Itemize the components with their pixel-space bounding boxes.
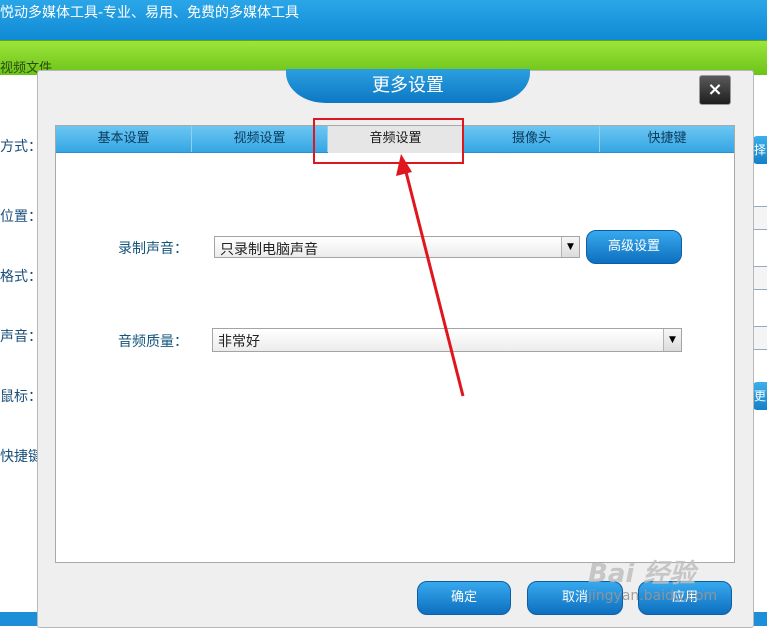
chevron-down-icon[interactable]: ▼ bbox=[561, 237, 579, 257]
bg-format-field[interactable] bbox=[752, 266, 767, 290]
record-sound-select[interactable]: 只录制电脑声音 ▼ bbox=[214, 236, 580, 258]
bg-sound-field[interactable] bbox=[752, 326, 767, 350]
tab-video-settings[interactable]: 视频设置 bbox=[192, 126, 328, 152]
annotation-highlight-box bbox=[313, 118, 464, 164]
bg-more-button[interactable]: 更 bbox=[753, 382, 767, 410]
app-title: 悦动多媒体工具-专业、易用、免费的多媒体工具 bbox=[0, 5, 300, 21]
settings-panel: 基本设置 视频设置 音频设置 摄像头 快捷键 录制声音： 只录制电脑声音 ▼ 高… bbox=[55, 125, 735, 563]
tab-basic-settings[interactable]: 基本设置 bbox=[56, 126, 192, 152]
ok-button[interactable]: 确定 bbox=[417, 581, 511, 615]
audio-quality-value: 非常好 bbox=[218, 334, 260, 350]
watermark-brand: Bai 经验 bbox=[588, 559, 696, 589]
watermark-url: jingyan.baidu.com bbox=[588, 588, 718, 604]
tab-camera[interactable]: 摄像头 bbox=[464, 126, 600, 152]
dialog-title: 更多设置 bbox=[286, 69, 530, 103]
bg-label-mode: 方式： bbox=[0, 139, 42, 155]
audio-quality-select[interactable]: 非常好 ▼ bbox=[212, 328, 682, 352]
record-sound-value: 只录制电脑声音 bbox=[220, 242, 318, 258]
audio-quality-label: 音频质量： bbox=[118, 334, 188, 350]
record-sound-label: 录制声音： bbox=[118, 241, 188, 257]
bg-label-mouse: 鼠标： bbox=[0, 389, 42, 405]
bg-label-hotkey: 快捷键 bbox=[0, 449, 42, 465]
close-icon[interactable]: × bbox=[699, 75, 731, 105]
tab-hotkeys[interactable]: 快捷键 bbox=[600, 126, 734, 152]
bg-label-location: 位置： bbox=[0, 209, 42, 225]
app-title-bar: 悦动多媒体工具-专业、易用、免费的多媒体工具 bbox=[0, 0, 767, 40]
chevron-down-icon[interactable]: ▼ bbox=[663, 329, 681, 351]
baidu-watermark: Bai 经验 jingyan.baidu.com bbox=[588, 553, 717, 604]
advanced-settings-button[interactable]: 高级设置 bbox=[586, 230, 682, 264]
bg-label-format: 格式： bbox=[0, 269, 42, 285]
bg-label-sound: 声音： bbox=[0, 329, 42, 345]
bg-choose-button[interactable]: 择 bbox=[753, 136, 767, 164]
bg-location-field[interactable] bbox=[752, 206, 767, 230]
